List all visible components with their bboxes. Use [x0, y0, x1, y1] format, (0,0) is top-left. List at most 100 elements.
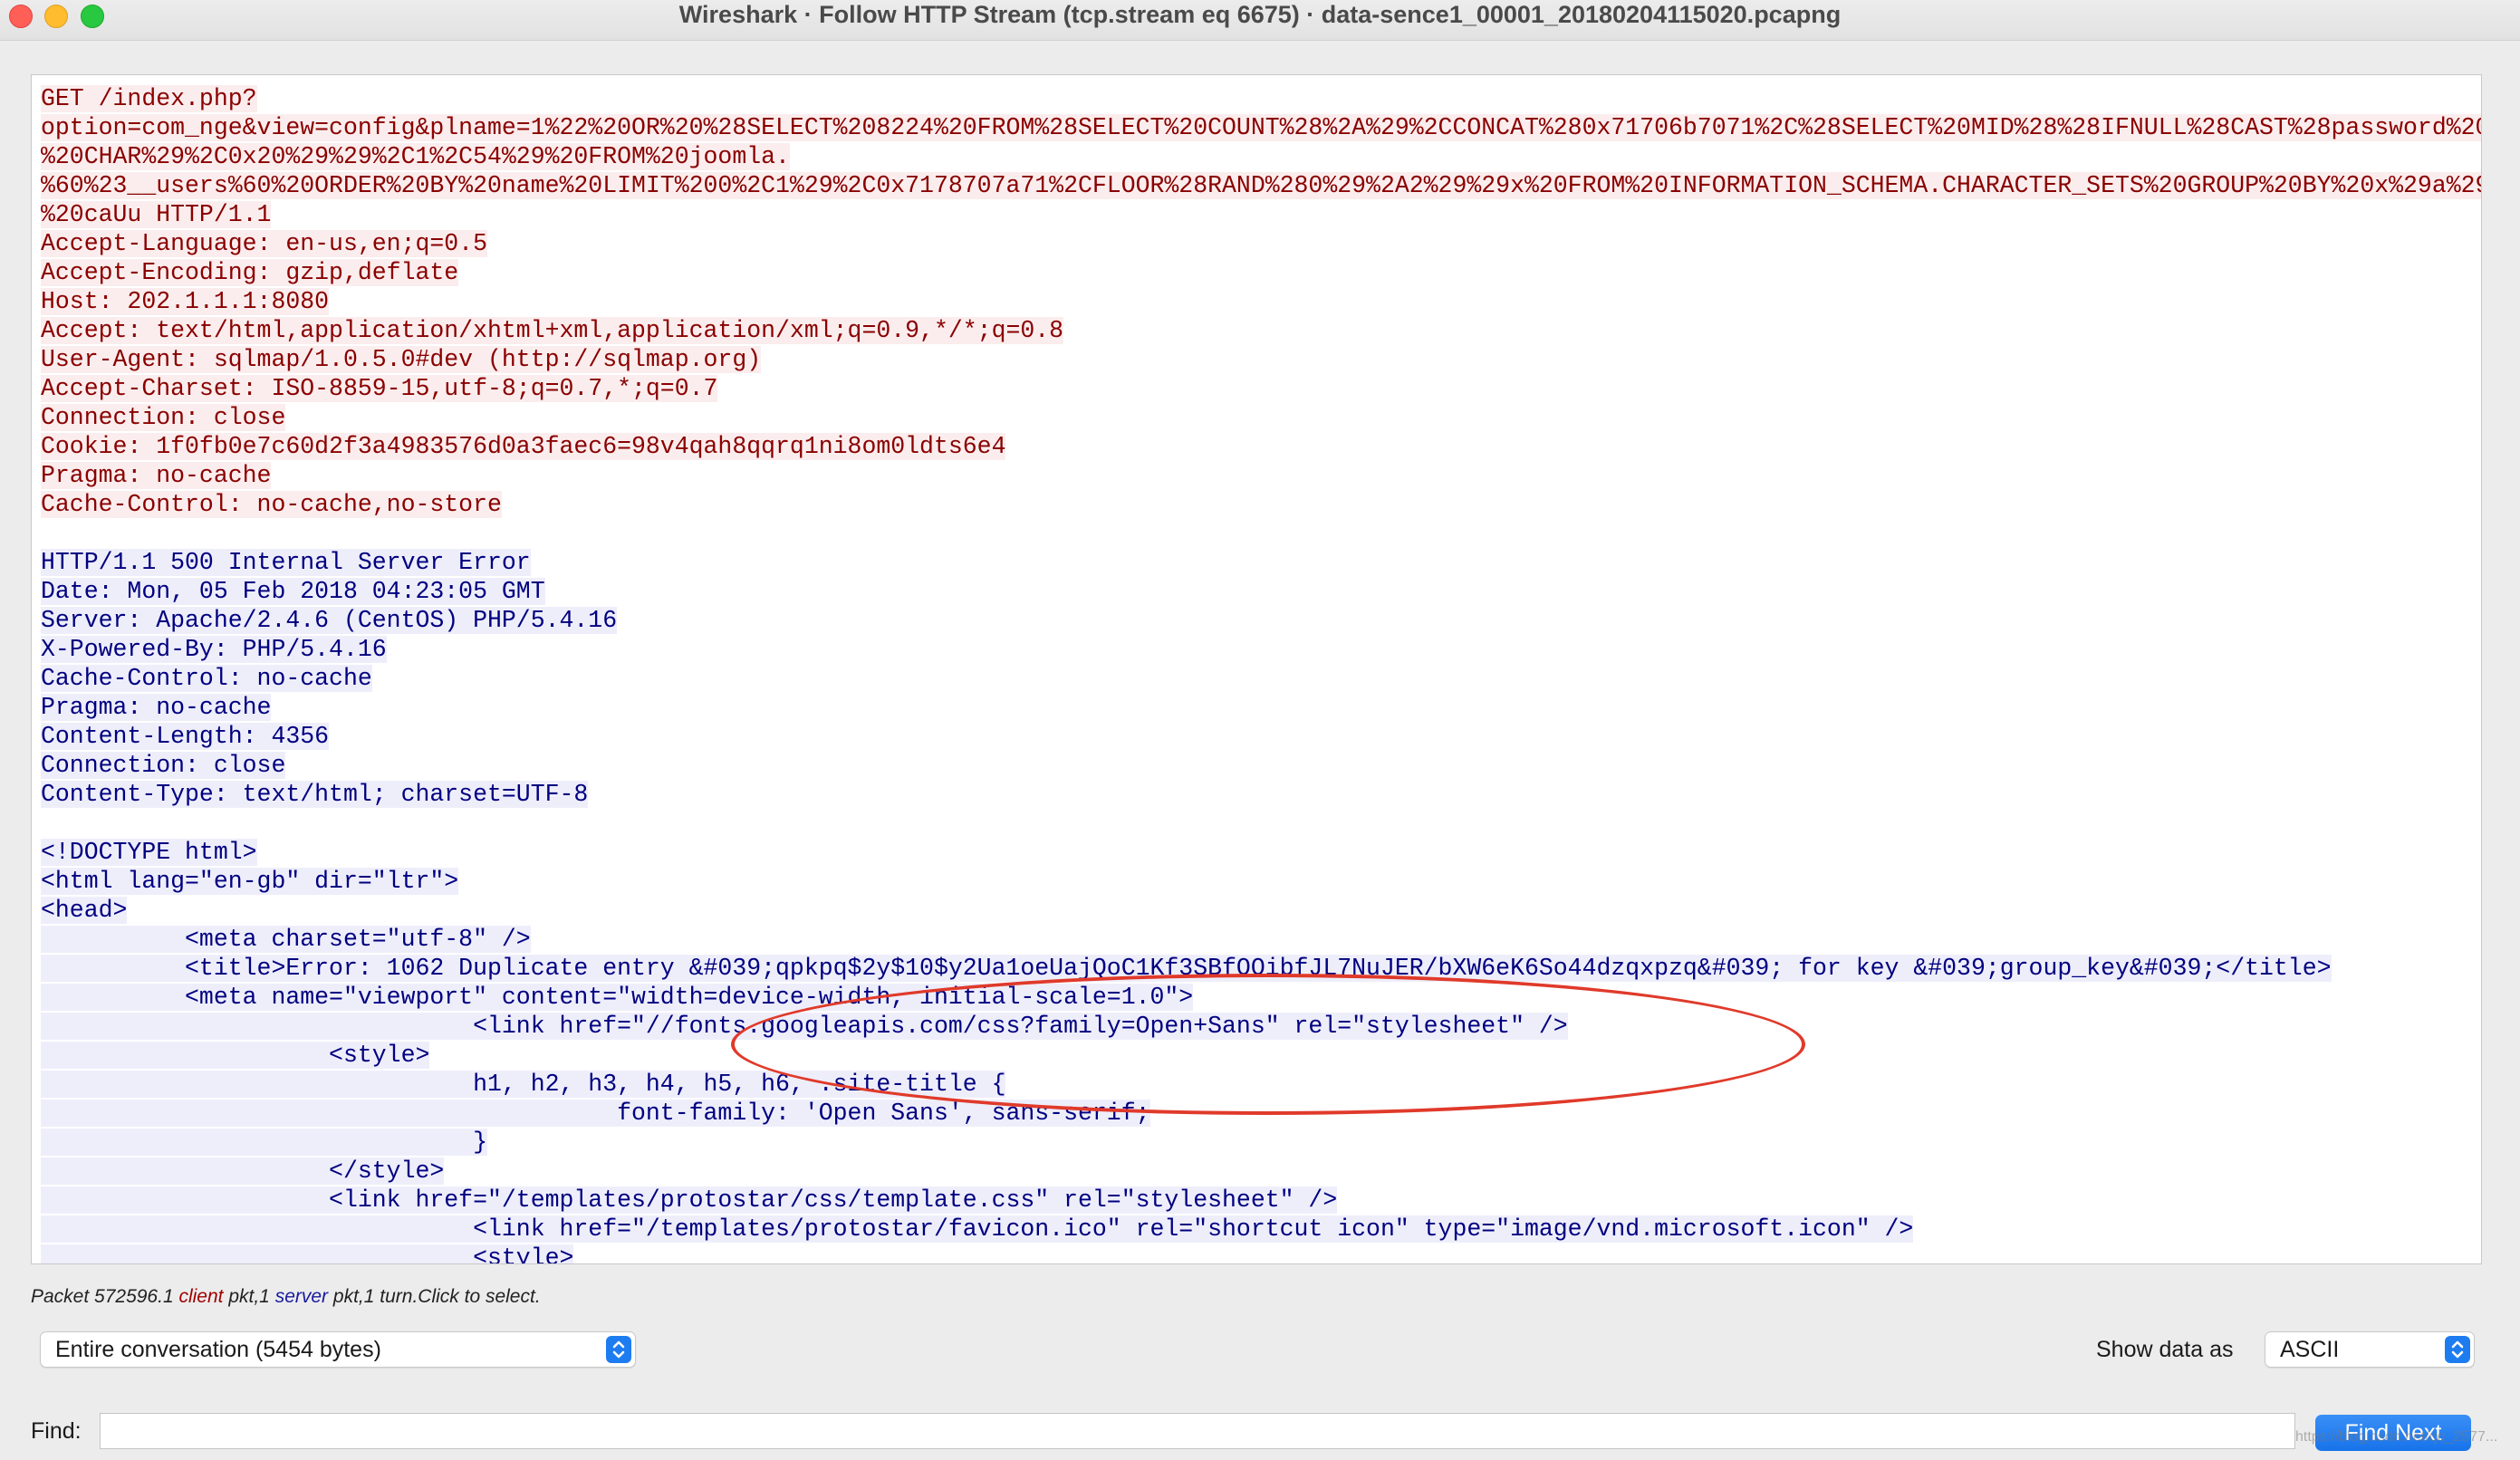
stream-line: Host: 202.1.1.1:8080 [41, 287, 2472, 316]
stream-line-text: Host: 202.1.1.1:8080 [41, 288, 330, 315]
stream-line: Connection: close [41, 751, 2472, 780]
stream-line: GET /index.php? [41, 84, 2472, 113]
stream-line-text: Content-Length: 4356 [41, 723, 330, 750]
stream-line: <style> [41, 1041, 2472, 1070]
status-middle: pkt,1 [223, 1286, 275, 1307]
stream-line-text: Connection: close [41, 404, 286, 431]
stream-line: Accept-Encoding: gzip,deflate [41, 258, 2472, 287]
stream-line: Content-Type: text/html; charset=UTF-8 [41, 780, 2472, 809]
stream-line: <title>Error: 1062 Duplicate entry &#039… [41, 954, 2472, 983]
stream-line-text: GET /index.php? [41, 85, 257, 112]
stream-line-text: <style> [41, 1244, 574, 1263]
stream-line: %20CHAR%29%2C0x20%29%29%2C1%2C54%29%20FR… [41, 142, 2472, 171]
stream-line-text: User-Agent: sqlmap/1.0.5.0#dev (http://s… [41, 346, 762, 373]
stream-line-text: %20CHAR%29%2C0x20%29%29%2C1%2C54%29%20FR… [41, 143, 790, 170]
stream-line-text: %20caUu HTTP/1.1 [41, 201, 272, 228]
stream-line-text: Date: Mon, 05 Feb 2018 04:23:05 GMT [41, 578, 545, 605]
stream-line-text: Connection: close [41, 752, 286, 779]
stream-line-text: font-family: 'Open Sans', sans-serif; [41, 1100, 1150, 1127]
stream-line: User-Agent: sqlmap/1.0.5.0#dev (http://s… [41, 345, 2472, 374]
stream-line: Date: Mon, 05 Feb 2018 04:23:05 GMT [41, 577, 2472, 606]
stream-line [41, 519, 2472, 548]
stream-line: Cookie: 1f0fb0e7c60d2f3a4983576d0a3faec6… [41, 432, 2472, 461]
status-prefix: Packet 572596.1 [31, 1286, 179, 1307]
stream-line-text: <meta name="viewport" content="width=dev… [41, 984, 1194, 1011]
stream-line: X-Powered-By: PHP/5.4.16 [41, 635, 2472, 664]
stream-line: Cache-Control: no-cache,no-store [41, 490, 2472, 519]
stream-line: <html lang="en-gb" dir="ltr"> [41, 867, 2472, 896]
stream-content-pane[interactable]: GET /index.php? option=com_nge&view=confi… [31, 74, 2482, 1264]
stream-line: %20caUu HTTP/1.1 [41, 200, 2472, 229]
stream-line: %60%23__users%60%20ORDER%20BY%20name%20L… [41, 171, 2481, 200]
stream-line: font-family: 'Open Sans', sans-serif; [41, 1099, 2472, 1128]
stream-line-text: Accept-Encoding: gzip,deflate [41, 259, 459, 286]
stream-line: <link href="/templates/protostar/favicon… [41, 1215, 2472, 1244]
stream-line: Cache-Control: no-cache [41, 664, 2472, 693]
stream-line-text: <style> [41, 1042, 430, 1069]
title-bar: Wireshark · Follow HTTP Stream (tcp.stre… [0, 0, 2520, 41]
stream-line: <meta name="viewport" content="width=dev… [41, 983, 2472, 1012]
stream-line-text: } [41, 1129, 487, 1156]
status-server-word: server [274, 1286, 329, 1307]
stream-line-text: %60%23__users%60%20ORDER%20BY%20name%20L… [41, 172, 2481, 199]
stream-line-text: HTTP/1.1 500 Internal Server Error [41, 549, 531, 576]
stream-line-text: <link href="//fonts.googleapis.com/css?f… [41, 1013, 1568, 1040]
stream-text: GET /index.php? option=com_nge&view=confi… [41, 84, 2481, 1263]
stream-line-text: Accept: text/html,application/xhtml+xml,… [41, 317, 1064, 344]
stream-line-text: <!DOCTYPE html> [41, 839, 257, 866]
stream-line-text: Server: Apache/2.4.6 (CentOS) PHP/5.4.16 [41, 607, 618, 634]
stream-line: h1, h2, h3, h4, h5, h6, .site-title { [41, 1070, 2472, 1099]
stream-line: <style> [41, 1244, 2472, 1263]
stream-line-text: Cookie: 1f0fb0e7c60d2f3a4983576d0a3faec6… [41, 433, 1006, 460]
stream-line: } [41, 1128, 2472, 1157]
stream-line: HTTP/1.1 500 Internal Server Error [41, 548, 2472, 577]
stream-line-text: <head> [41, 897, 128, 924]
window-title: Wireshark · Follow HTTP Stream (tcp.stre… [678, 1, 1842, 28]
stream-line: <meta charset="utf-8" /> [41, 925, 2472, 954]
stream-line: <head> [41, 896, 2472, 925]
stream-line: <!DOCTYPE html> [41, 838, 2472, 867]
stream-line-text: option=com_nge&view=config&plname=1%22%2… [41, 114, 2481, 141]
stream-line-text: Pragma: no-cache [41, 462, 272, 489]
stream-line: </style> [41, 1157, 2472, 1186]
stream-line-text: <html lang="en-gb" dir="ltr"> [41, 868, 459, 895]
stream-line-text: Content-Type: text/html; charset=UTF-8 [41, 781, 589, 808]
stream-line-text: Accept-Charset: ISO-8859-15,utf-8;q=0.7,… [41, 375, 718, 402]
stream-line: option=com_nge&view=config&plname=1%22%2… [41, 113, 2481, 142]
stream-line: Accept-Charset: ISO-8859-15,utf-8;q=0.7,… [41, 374, 2472, 403]
stream-line: <link href="//fonts.googleapis.com/css?f… [41, 1012, 2472, 1041]
stream-line: Pragma: no-cache [41, 461, 2472, 490]
status-suffix: pkt,1 turn.Click to select. [328, 1286, 541, 1307]
stream-line-text: Cache-Control: no-cache,no-store [41, 491, 502, 518]
stream-line-text: Accept-Language: en-us,en;q=0.5 [41, 230, 487, 257]
stream-line: <link href="/templates/protostar/css/tem… [41, 1186, 2472, 1215]
stream-line: Connection: close [41, 403, 2472, 432]
stream-line-text: Pragma: no-cache [41, 694, 272, 721]
stream-line: Content-Length: 4356 [41, 722, 2472, 751]
chevron-updown-icon [2445, 1336, 2470, 1363]
find-input[interactable] [100, 1413, 2295, 1449]
stream-line: Accept: text/html,application/xhtml+xml,… [41, 316, 2472, 345]
find-label: Find: [31, 1418, 82, 1444]
stream-line-text: </style> [41, 1157, 445, 1185]
stream-line-text: Cache-Control: no-cache [41, 665, 372, 692]
stream-line: Pragma: no-cache [41, 693, 2472, 722]
watermark-text: https://blog.csdn.net/qq_2577... [2295, 1429, 2498, 1445]
stream-line-text: <meta charset="utf-8" /> [41, 926, 531, 953]
stream-line-text: <link href="/templates/protostar/favicon… [41, 1215, 1914, 1243]
stream-line-text: X-Powered-By: PHP/5.4.16 [41, 636, 387, 663]
show-data-as-value: ASCII [2280, 1337, 2340, 1362]
stream-line [41, 809, 2472, 838]
stream-line-text: <link href="/templates/protostar/css/tem… [41, 1186, 1338, 1214]
packet-status-text[interactable]: Packet 572596.1 client pkt,1 server pkt,… [31, 1286, 541, 1308]
stream-line-text: <title>Error: 1062 Duplicate entry &#039… [41, 955, 2332, 982]
show-data-as-select[interactable]: ASCII [2265, 1331, 2475, 1368]
chevron-updown-icon [606, 1336, 631, 1363]
status-client-word: client [178, 1286, 224, 1307]
conversation-select[interactable]: Entire conversation (5454 bytes) [40, 1331, 636, 1368]
stream-line: Accept-Language: en-us,en;q=0.5 [41, 229, 2472, 258]
stream-line: Server: Apache/2.4.6 (CentOS) PHP/5.4.16 [41, 606, 2472, 635]
conversation-select-value: Entire conversation (5454 bytes) [55, 1337, 381, 1362]
show-data-label: Show data as [2096, 1337, 2234, 1362]
stream-line-text: h1, h2, h3, h4, h5, h6, .site-title { [41, 1071, 1006, 1098]
